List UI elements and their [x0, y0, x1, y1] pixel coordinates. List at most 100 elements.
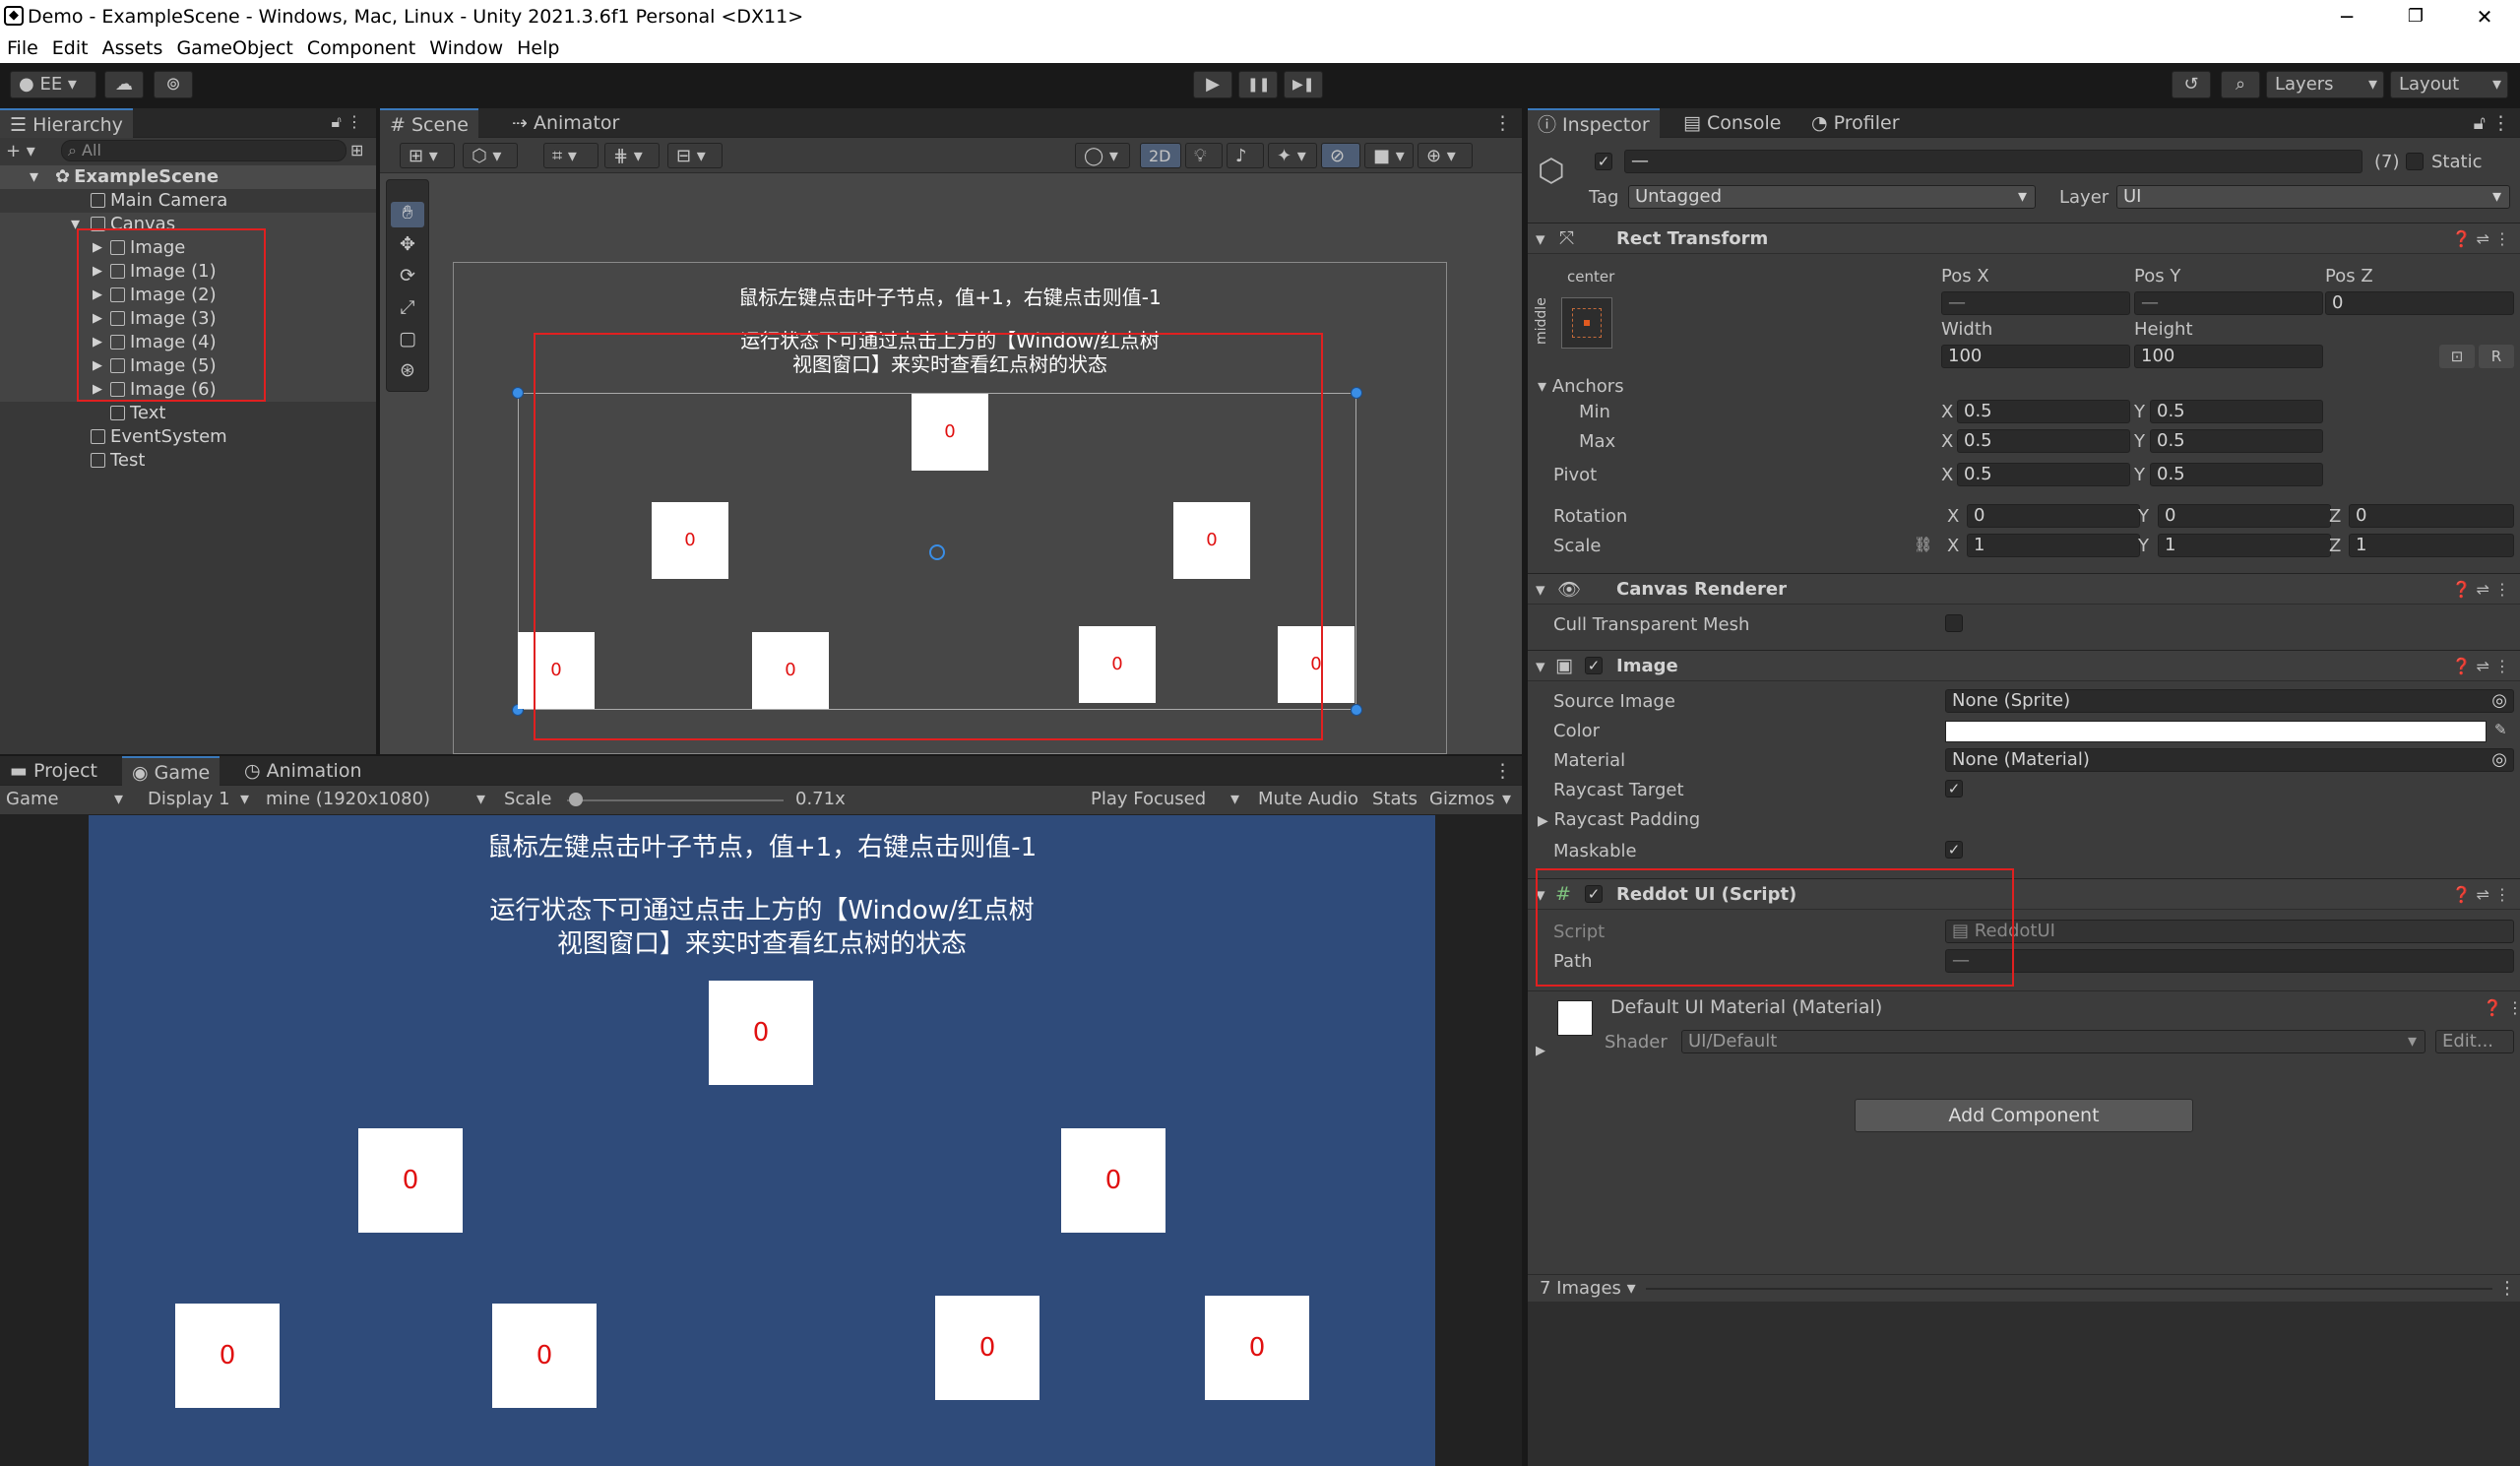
- tab-profiler[interactable]: ◔ Profiler: [1801, 108, 1910, 138]
- shader-dropdown[interactable]: UI/Default ▾: [1681, 1030, 2426, 1053]
- constrain-proportions-icon[interactable]: ⛓: [1914, 536, 1932, 553]
- anchor-min-x-input[interactable]: 0.5: [1957, 400, 2130, 423]
- lock-icon[interactable]: 🔓︎ ⋮: [2474, 112, 2510, 134]
- hierarchy-search-input[interactable]: ⌕ All: [61, 140, 346, 161]
- menu-gameobject[interactable]: GameObject: [169, 35, 299, 59]
- game-node-right[interactable]: 0: [1061, 1128, 1166, 1233]
- scale-z-input[interactable]: 1: [2349, 534, 2514, 557]
- search-icon[interactable]: ⌕: [2221, 71, 2260, 98]
- anchor-min-y-input[interactable]: 0.5: [2150, 400, 2323, 423]
- rect-handle-tr[interactable]: [1351, 387, 1362, 399]
- add-component-button[interactable]: Add Component: [1855, 1099, 2193, 1132]
- grid-icon[interactable]: ⋕ ▾: [604, 143, 660, 168]
- transform-tool-icon[interactable]: ⊞ ▾: [400, 143, 455, 168]
- game-node-left[interactable]: 0: [358, 1128, 463, 1233]
- history-icon[interactable]: ↺: [2172, 71, 2211, 98]
- color-swatch[interactable]: [1945, 721, 2487, 742]
- component-menu-icon[interactable]: ❓ ⋮: [2483, 998, 2520, 1017]
- scale-slider-track[interactable]: [567, 799, 784, 801]
- tab-console[interactable]: ▤ Console: [1673, 108, 1791, 138]
- add-button[interactable]: + ▾: [6, 141, 45, 161]
- pivot-y-input[interactable]: 0.5: [2150, 463, 2323, 486]
- pause-button[interactable]: ❚❚: [1238, 71, 1278, 98]
- active-checkbox[interactable]: ✓: [1595, 153, 1612, 170]
- material-field[interactable]: None (Material) ◎: [1945, 748, 2514, 772]
- height-input[interactable]: 100: [2134, 345, 2323, 368]
- scale-slider-thumb[interactable]: [569, 793, 583, 806]
- rotation-x-input[interactable]: 0: [1967, 504, 2140, 528]
- scale-tool-icon[interactable]: ⤢: [391, 296, 424, 322]
- move-tool-icon[interactable]: ✥: [391, 233, 424, 259]
- tab-project[interactable]: ▬ Project: [0, 756, 107, 786]
- tab-game[interactable]: ◉ Game: [122, 756, 220, 786]
- toggle-2d-button[interactable]: 2D: [1140, 143, 1181, 168]
- path-input[interactable]: —: [1945, 949, 2514, 973]
- edit-shader-button[interactable]: Edit...: [2435, 1030, 2514, 1053]
- gizmos-icon[interactable]: ⊕ ▾: [1418, 143, 1473, 168]
- maximize-button[interactable]: ❐: [2386, 2, 2445, 32]
- rect-transform-header[interactable]: ▾ ⤧ Rect Transform ❓ ⇌ ⋮: [1528, 223, 2520, 254]
- tab-animator[interactable]: ⇢ Animator: [502, 108, 629, 138]
- stats-button[interactable]: Stats: [1372, 789, 1418, 809]
- pos-x-input[interactable]: —: [1941, 291, 2130, 315]
- step-button[interactable]: ▶❚: [1284, 71, 1323, 98]
- more-icon[interactable]: ⋮: [1493, 760, 1512, 782]
- object-picker-icon[interactable]: ◎: [2491, 749, 2507, 771]
- menu-window[interactable]: Window: [422, 35, 510, 59]
- cull-transparent-checkbox[interactable]: [1945, 614, 1963, 632]
- game-mode-dropdown[interactable]: Game: [6, 789, 59, 809]
- scale-x-input[interactable]: 1: [1967, 534, 2140, 557]
- audio-icon[interactable]: ♪: [1227, 143, 1264, 168]
- grid-snap-icon[interactable]: ⌗ ▾: [543, 143, 598, 168]
- component-menu-icon[interactable]: ❓ ⇌ ⋮: [2452, 229, 2511, 248]
- rect-tool-icon[interactable]: ▢: [391, 328, 424, 353]
- play-focused-dropdown[interactable]: Play Focused: [1091, 789, 1206, 809]
- anchor-max-x-input[interactable]: 0.5: [1957, 429, 2130, 453]
- pivot-icon[interactable]: ⬡ ▾: [463, 143, 518, 168]
- rotate-tool-icon[interactable]: ⟳: [391, 265, 424, 290]
- mute-audio-button[interactable]: Mute Audio: [1258, 789, 1358, 809]
- pos-z-input[interactable]: 0: [2325, 291, 2514, 315]
- component-menu-icon[interactable]: ❓ ⇌ ⋮: [2452, 580, 2511, 599]
- tab-animation[interactable]: ◷ Animation: [234, 756, 372, 786]
- anchor-preset-button[interactable]: [1561, 297, 1612, 349]
- menu-edit[interactable]: Edit: [45, 35, 95, 59]
- hierarchy-item-eventsystem[interactable]: EventSystem: [0, 425, 227, 449]
- anchor-max-y-input[interactable]: 0.5: [2150, 429, 2323, 453]
- tag-dropdown[interactable]: Untagged ▾: [1628, 185, 2036, 209]
- more-icon[interactable]: ⋮: [2498, 1278, 2516, 1299]
- shading-mode-icon[interactable]: ◯ ▾: [1075, 143, 1130, 168]
- hierarchy-item-main-camera[interactable]: Main Camera: [0, 189, 227, 213]
- canvas-renderer-header[interactable]: ▾ 👁︎ Canvas Renderer ❓ ⇌ ⋮: [1528, 573, 2520, 605]
- menu-help[interactable]: Help: [510, 35, 566, 59]
- snap-increment-icon[interactable]: ⊟ ▾: [667, 143, 723, 168]
- effects-icon[interactable]: ✦ ▾: [1268, 143, 1317, 168]
- lock-icon[interactable]: 🔓︎ ⋮: [332, 112, 362, 132]
- transform-all-tool-icon[interactable]: ⊛: [391, 359, 424, 385]
- hierarchy-item-text[interactable]: Text: [0, 402, 165, 425]
- rect-handle-br[interactable]: [1351, 704, 1362, 716]
- image-enabled-checkbox[interactable]: ✓: [1585, 657, 1603, 674]
- static-checkbox[interactable]: [2406, 153, 2424, 170]
- raycast-target-checkbox[interactable]: ✓: [1945, 780, 1963, 797]
- rotation-y-input[interactable]: 0: [2158, 504, 2331, 528]
- maskable-checkbox[interactable]: ✓: [1945, 841, 1963, 859]
- search-settings-icon[interactable]: ⊞: [350, 141, 363, 159]
- game-node-root[interactable]: 0: [709, 981, 813, 1085]
- anchors-foldout[interactable]: ▾ Anchors: [1538, 376, 1624, 397]
- image-component-header[interactable]: ▾ ▣ ✓ Image ❓ ⇌ ⋮: [1528, 650, 2520, 681]
- raw-edit-button[interactable]: R: [2479, 345, 2514, 368]
- layer-dropdown[interactable]: UI ▾: [2116, 185, 2510, 209]
- gizmos-button[interactable]: Gizmos: [1429, 789, 1494, 809]
- component-menu-icon[interactable]: ❓ ⇌ ⋮: [2452, 657, 2511, 675]
- hierarchy-item-test[interactable]: Test: [0, 449, 145, 473]
- tab-inspector[interactable]: ⓘ Inspector: [1528, 108, 1660, 138]
- visibility-icon[interactable]: ⊘: [1321, 143, 1360, 168]
- resolution-dropdown[interactable]: mine (1920x1080): [266, 789, 430, 809]
- pos-y-input[interactable]: —: [2134, 291, 2323, 315]
- game-node-leaf-1[interactable]: 0: [175, 1304, 280, 1408]
- chevron-right-icon[interactable]: ▶: [1536, 1044, 1545, 1058]
- game-node-leaf-2[interactable]: 0: [492, 1304, 597, 1408]
- component-menu-icon[interactable]: ❓ ⇌ ⋮: [2452, 885, 2511, 904]
- rotation-z-input[interactable]: 0: [2349, 504, 2514, 528]
